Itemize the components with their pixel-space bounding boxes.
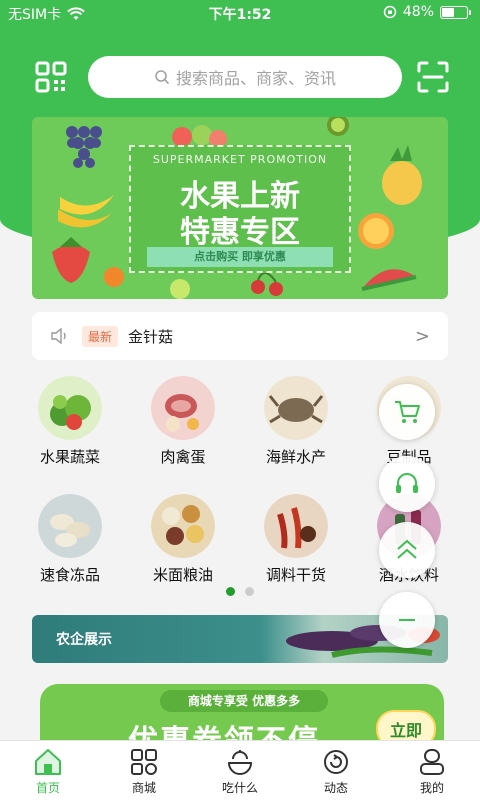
battery-percent: 48% xyxy=(402,4,434,20)
tab-label: 我的 xyxy=(419,781,444,795)
promo-banner[interactable]: SUPERMARKET PROMOTION 水果上新 特惠专区 点击购买 即享优… xyxy=(32,117,448,299)
collapse-fab[interactable] xyxy=(379,592,435,648)
tab-home[interactable]: 首页 xyxy=(0,741,96,800)
search-input[interactable]: 搜索商品、商家、资讯 xyxy=(88,56,402,98)
profile-icon xyxy=(420,749,444,775)
double-chevron-up-icon xyxy=(397,539,417,559)
cart-icon xyxy=(395,401,420,423)
mall-icon xyxy=(131,749,157,775)
pager-dot-active[interactable] xyxy=(226,587,235,596)
category-label: 调料干货 xyxy=(265,566,326,584)
category-label: 速食冻品 xyxy=(39,566,100,584)
tab-label: 首页 xyxy=(35,781,60,795)
scan-button[interactable] xyxy=(416,60,450,94)
category-image xyxy=(264,376,328,440)
promo-tagline: 商城专享受 优惠多多 xyxy=(160,690,328,712)
category-label: 米面粮油 xyxy=(152,566,213,584)
category-pager xyxy=(226,587,254,596)
qr-code-icon xyxy=(35,61,67,93)
category-item[interactable]: 速食冻品 xyxy=(20,494,120,585)
category-item[interactable]: 调料干货 xyxy=(246,494,346,585)
news-text: 金针菇 xyxy=(128,327,174,346)
category-item[interactable]: 肉禽蛋 xyxy=(133,376,233,467)
tab-label: 动态 xyxy=(323,781,348,795)
banner-subtitle: SUPERMARKET PROMOTION xyxy=(152,153,328,166)
search-icon xyxy=(155,70,170,85)
banner-title-line2: 特惠专区 xyxy=(180,215,300,250)
category-item[interactable]: 海鲜水产 xyxy=(246,376,346,467)
status-right: 48% xyxy=(383,4,471,20)
speaker-icon xyxy=(51,327,66,345)
minus-icon xyxy=(399,619,415,621)
category-label: 水果蔬菜 xyxy=(39,448,100,466)
tab-what-to-eat[interactable]: 吃什么 xyxy=(192,741,288,800)
category-label: 海鲜水产 xyxy=(265,448,326,466)
news-notice-bar[interactable]: 最新 金针菇 > xyxy=(32,312,448,360)
pager-dot[interactable] xyxy=(245,587,254,596)
search-placeholder: 搜索商品、商家、资讯 xyxy=(175,69,336,88)
category-image xyxy=(264,494,328,558)
bottom-tab-bar: 首页 商城 吃什么 动态 我的 xyxy=(0,740,480,800)
category-image xyxy=(38,494,102,558)
back-to-top-fab[interactable] xyxy=(379,522,435,578)
tab-mall[interactable]: 商城 xyxy=(96,741,192,800)
battery-fill xyxy=(442,7,455,17)
category-item[interactable]: 米面粮油 xyxy=(133,494,233,585)
customer-service-fab[interactable] xyxy=(379,456,435,512)
battery-icon xyxy=(440,5,471,19)
scan-icon xyxy=(417,61,449,93)
tab-label: 吃什么 xyxy=(221,781,258,795)
tab-label: 商城 xyxy=(131,781,156,795)
banner-frame: SUPERMARKET PROMOTION 水果上新 特惠专区 点击购买 即享优… xyxy=(129,145,351,273)
home-icon xyxy=(35,749,61,775)
food-icon xyxy=(227,750,253,775)
headset-icon xyxy=(396,473,418,493)
category-item[interactable]: 水果蔬菜 xyxy=(20,376,120,467)
chevron-right-icon: > xyxy=(414,325,430,347)
agri-label: 农企展示 xyxy=(56,632,112,648)
category-image xyxy=(151,376,215,440)
category-image xyxy=(38,376,102,440)
qr-code-button[interactable] xyxy=(34,60,68,94)
category-image xyxy=(151,494,215,558)
category-label: 肉禽蛋 xyxy=(160,448,206,466)
cart-fab[interactable] xyxy=(379,384,435,440)
status-bar: 无SIM卡 下午1:52 48% xyxy=(0,0,480,26)
tab-profile[interactable]: 我的 xyxy=(384,741,480,800)
refresh-icon xyxy=(324,750,348,774)
tab-feed[interactable]: 动态 xyxy=(288,741,384,800)
banner-cta[interactable]: 点击购买 即享优惠 xyxy=(147,247,333,267)
orientation-lock-icon xyxy=(383,5,397,19)
news-tag: 最新 xyxy=(82,325,119,347)
